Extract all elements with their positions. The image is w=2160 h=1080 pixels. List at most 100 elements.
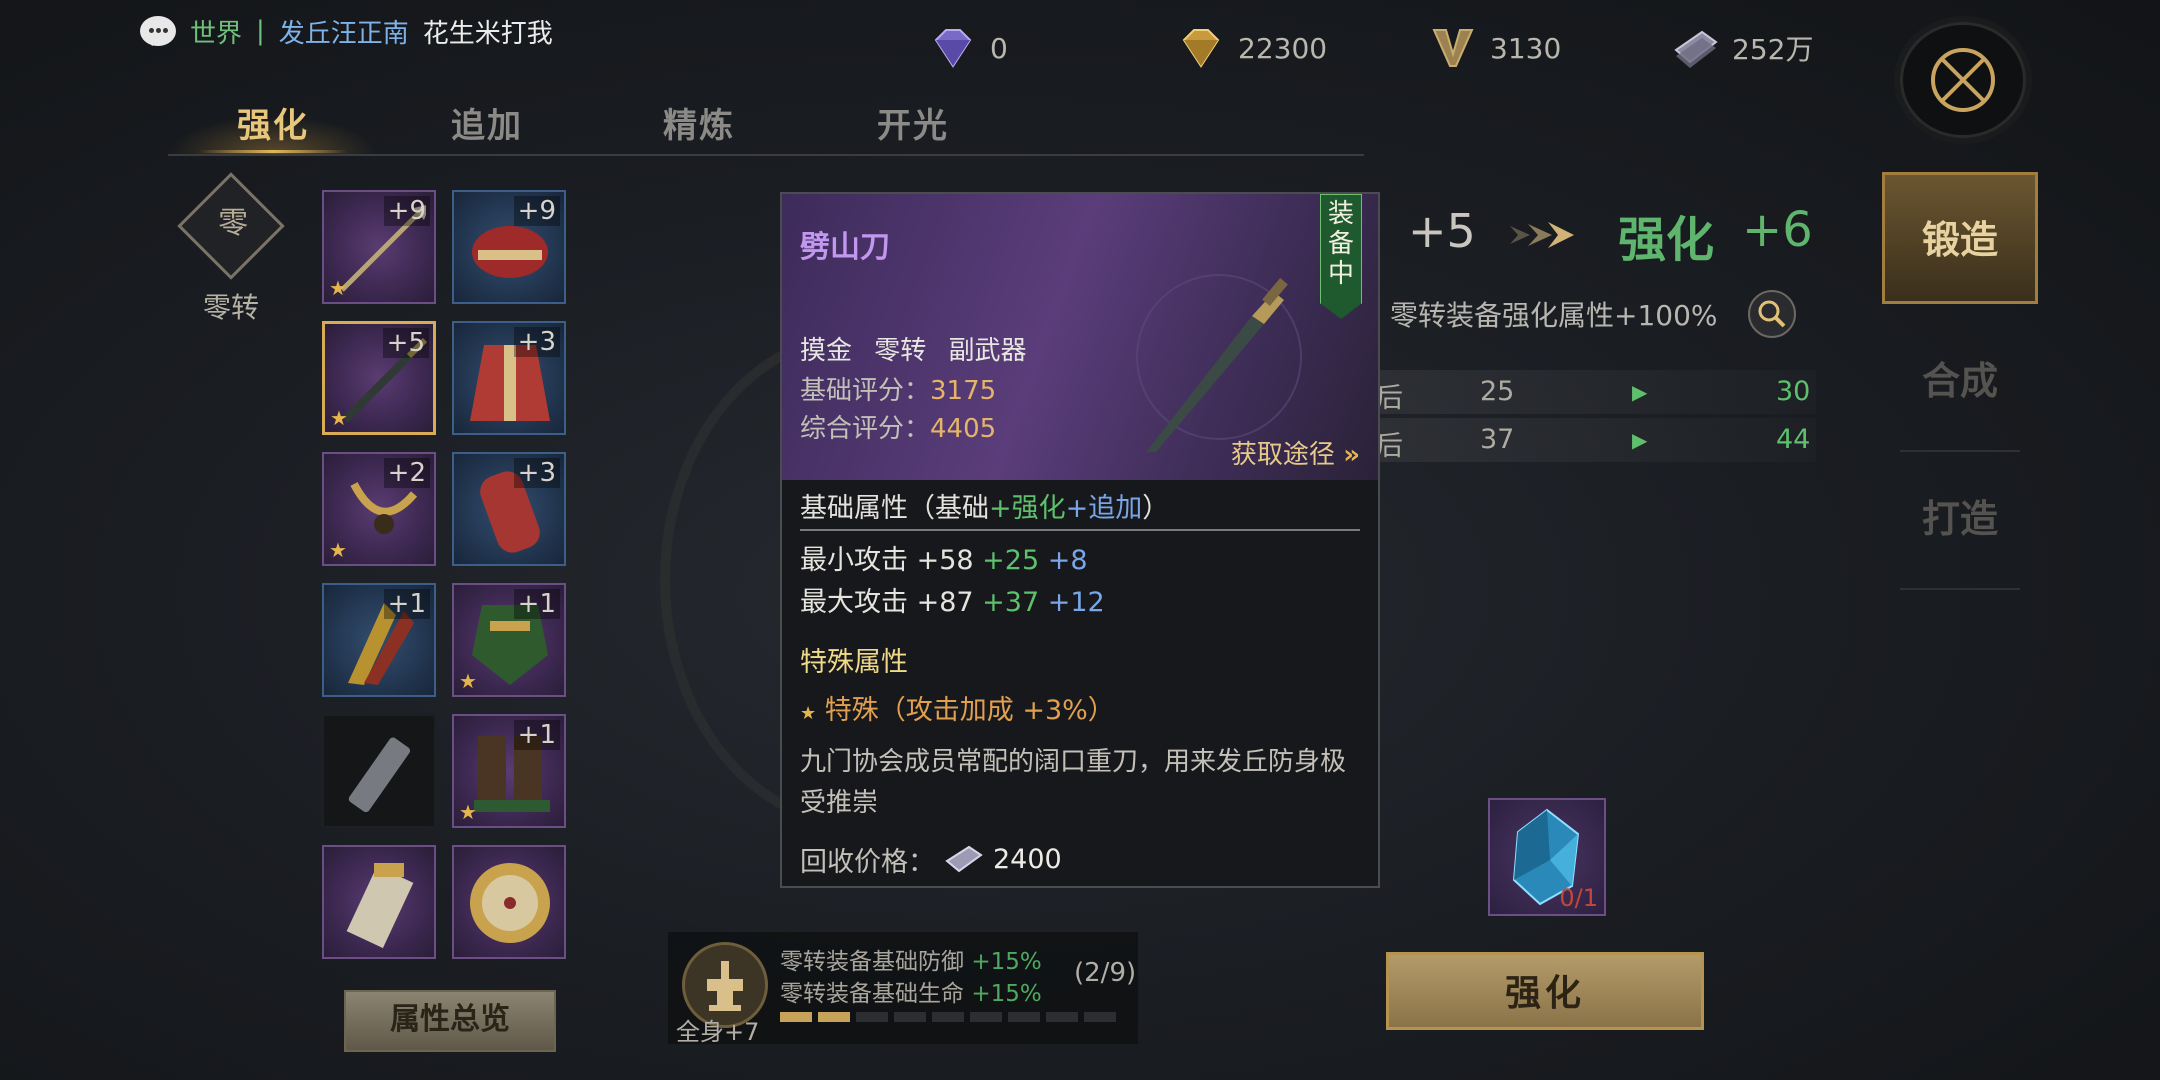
chat-separator: | bbox=[256, 16, 265, 46]
equipment-slot[interactable]: +5 ★ bbox=[322, 321, 436, 435]
chat-bubble-icon bbox=[140, 16, 176, 46]
item-name: 劈山刀 bbox=[800, 230, 890, 265]
set-progress-bar bbox=[780, 1012, 1116, 1022]
equipment-slot[interactable]: +3 bbox=[452, 321, 566, 435]
detail-search-button[interactable] bbox=[1748, 290, 1796, 338]
silver-ticket-icon bbox=[1674, 30, 1718, 68]
star-icon: ★ bbox=[330, 406, 348, 430]
chat-message: 花生米打我 bbox=[422, 18, 553, 49]
progress-pip bbox=[1084, 1012, 1116, 1022]
equipment-slot[interactable]: +1 ★ bbox=[452, 714, 566, 828]
set-progress: (2/9) bbox=[1074, 958, 1137, 988]
attribute-overview-button[interactable]: 属性总览 bbox=[344, 990, 556, 1052]
equipment-slot[interactable]: +1 bbox=[322, 583, 436, 697]
resource-value: 252万 bbox=[1732, 33, 1814, 66]
star-icon: ★ bbox=[329, 538, 347, 562]
progress-pip bbox=[780, 1012, 812, 1022]
chat-sender[interactable]: 发丘汪正南 bbox=[279, 13, 409, 50]
resource-value: 3130 bbox=[1490, 31, 1562, 65]
slot-level: +3 bbox=[513, 458, 560, 488]
resource-silver-ticket[interactable]: 252万 bbox=[1672, 26, 1813, 70]
slot-level: +5 bbox=[382, 328, 429, 358]
zero-turn-label: 零转 bbox=[202, 291, 259, 324]
equipment-slot[interactable]: +9 bbox=[452, 190, 566, 304]
max-attack-row: 最大攻击 +87 +37 +12 bbox=[800, 587, 1105, 618]
tab-bar: 强化 追加 精炼 开光 bbox=[168, 96, 1364, 156]
v-coin-icon bbox=[1432, 29, 1474, 67]
tab-underline bbox=[198, 150, 348, 153]
upgrade-arrow-icon bbox=[1510, 222, 1574, 248]
gold-diamond-icon bbox=[1182, 29, 1220, 68]
crossed-swords-icon bbox=[1931, 48, 1995, 112]
scroll-icon bbox=[346, 863, 414, 949]
resource-purple-diamond[interactable]: 0 bbox=[930, 26, 1008, 70]
zero-turn-selector[interactable]: 零 零转 bbox=[177, 172, 285, 324]
resource-gold-diamond[interactable]: 22300 bbox=[1178, 26, 1327, 70]
star-icon: ★ bbox=[329, 276, 347, 300]
nav-divider bbox=[1900, 588, 2020, 590]
item-description: 九门协会成员常配的阔口重刀，用来发丘防身极受推崇 bbox=[800, 747, 1347, 818]
special-attribute-title: 特殊属性 bbox=[800, 647, 908, 678]
chat-bar[interactable]: 世界 | 发丘汪正南 花生米打我 bbox=[140, 10, 553, 52]
enhance-button[interactable]: 强化 bbox=[1386, 952, 1704, 1030]
equipment-slot[interactable]: +9 ★ bbox=[322, 190, 436, 304]
item-tags: 摸金 零转 副武器 bbox=[800, 336, 1027, 366]
main-menu-button[interactable] bbox=[1900, 22, 2026, 138]
stat-from: 25 bbox=[1480, 376, 1515, 407]
magnifier-icon bbox=[1758, 300, 1786, 328]
tab-consecrate[interactable]: 开光 bbox=[838, 98, 988, 147]
play-arrow-icon: ▶ bbox=[1632, 428, 1648, 452]
total-score: 综合评分：4405 bbox=[800, 414, 997, 444]
slot-level: +2 bbox=[383, 458, 430, 488]
progress-pip bbox=[1046, 1012, 1078, 1022]
item-tooltip[interactable]: 劈山刀 装备中 摸金 零转 副武器 基础评分：3175 综合评分：4405 获取… bbox=[780, 192, 1380, 888]
nav-synthesize[interactable]: 合成 bbox=[1882, 316, 2038, 446]
slot-level: +1 bbox=[513, 720, 560, 750]
silver-ticket-icon bbox=[945, 845, 983, 872]
star-icon: ★ bbox=[800, 703, 817, 724]
nav-craft[interactable]: 打造 bbox=[1882, 454, 2038, 584]
tab-append[interactable]: 追加 bbox=[412, 98, 562, 147]
stat-to: 30 bbox=[1776, 376, 1811, 407]
equipment-slot[interactable]: +2 ★ bbox=[322, 452, 436, 566]
base-score: 基础评分：3175 bbox=[800, 376, 997, 406]
compass-icon bbox=[470, 863, 550, 943]
broadsword-icon bbox=[1136, 274, 1302, 452]
slot-level: +9 bbox=[383, 196, 430, 226]
full-set-label: 全身+7 bbox=[676, 1018, 760, 1046]
tab-refine[interactable]: 精炼 bbox=[624, 98, 774, 147]
enhance-target-label: 强化 bbox=[1618, 212, 1715, 268]
equipment-slot[interactable] bbox=[452, 845, 566, 959]
equipped-badge: 装备中 bbox=[1320, 194, 1362, 319]
nav-divider bbox=[1900, 450, 2020, 452]
stat-row: 后 37 ▶ 44 bbox=[1376, 418, 1816, 462]
play-arrow-icon: ▶ bbox=[1632, 380, 1648, 404]
talisman-icon bbox=[348, 737, 411, 813]
equipment-slot[interactable]: +1 ★ bbox=[452, 583, 566, 697]
tab-enhance[interactable]: 强化 bbox=[198, 98, 348, 147]
resource-value: 22300 bbox=[1238, 31, 1328, 65]
equipment-slot[interactable]: +3 bbox=[452, 452, 566, 566]
current-level: +5 bbox=[1408, 204, 1476, 258]
equipment-slot[interactable] bbox=[322, 845, 436, 959]
progress-pip bbox=[856, 1012, 888, 1022]
nav-forge[interactable]: 锻造 bbox=[1882, 172, 2038, 304]
zero-turn-emblem-icon: 零 bbox=[177, 172, 285, 280]
zero-turn-bonus-text: 零转装备强化属性+100% bbox=[1390, 299, 1718, 332]
slot-level: +1 bbox=[383, 589, 430, 619]
slot-level: +3 bbox=[513, 327, 560, 357]
progress-pip bbox=[894, 1012, 926, 1022]
item-tooltip-header: 劈山刀 装备中 摸金 零转 副武器 基础评分：3175 综合评分：4405 获取… bbox=[782, 194, 1378, 480]
slot-level: +9 bbox=[513, 196, 560, 226]
obtain-source-link[interactable]: 获取途径 » bbox=[1231, 434, 1360, 471]
material-count: 0/1 bbox=[1559, 884, 1598, 912]
chat-channel: 世界 bbox=[190, 18, 243, 49]
star-icon: ★ bbox=[459, 800, 477, 824]
set-bonus-line: 零转装备基础生命 +15% bbox=[780, 981, 1042, 1007]
stat-label: 后 bbox=[1376, 431, 1403, 462]
progress-pip bbox=[970, 1012, 1002, 1022]
slot-level: +1 bbox=[513, 589, 560, 619]
equipment-slot[interactable] bbox=[322, 714, 436, 828]
enhance-material-slot[interactable]: 0/1 bbox=[1488, 798, 1606, 916]
resource-v-coin[interactable]: 3130 bbox=[1430, 26, 1561, 70]
